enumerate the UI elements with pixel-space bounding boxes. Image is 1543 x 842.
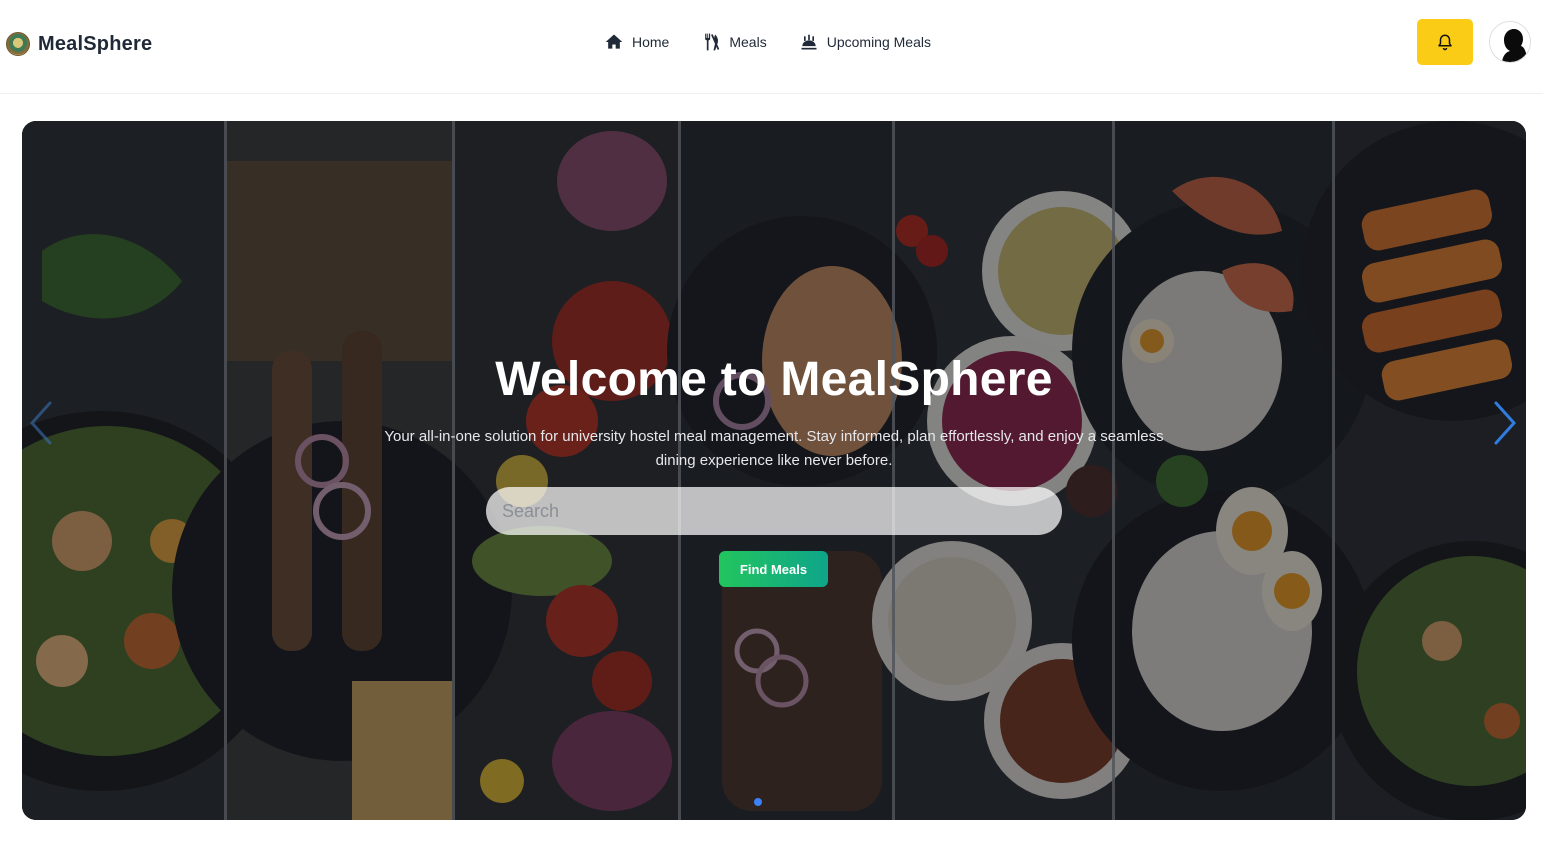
hero-title: Welcome to MealSphere	[495, 353, 1053, 406]
notifications-button[interactable]	[1417, 19, 1473, 65]
nav-item-upcoming-meals[interactable]: Upcoming Meals	[799, 32, 931, 52]
user-avatar[interactable]	[1489, 21, 1531, 63]
hero-content: Welcome to MealSphere Your all-in-one so…	[22, 121, 1526, 820]
find-meals-button[interactable]: Find Meals	[719, 551, 828, 587]
utensils-icon	[705, 33, 720, 51]
search-input[interactable]	[486, 487, 1062, 535]
nav-item-home[interactable]: Home	[604, 32, 669, 52]
serving-dish-icon	[801, 34, 817, 50]
nav-item-label: Upcoming Meals	[826, 34, 931, 50]
university-crest-icon	[6, 32, 30, 56]
navbar: MealSphere Home Meals Upcoming Meals	[0, 0, 1543, 94]
bell-icon	[1438, 34, 1452, 51]
main-nav: Home Meals Upcoming Meals	[604, 32, 931, 52]
user-silhouette-icon	[1490, 22, 1530, 62]
hero-subtitle: Your all-in-one solution for university …	[384, 428, 1164, 469]
nav-item-label: Meals	[729, 34, 767, 50]
carousel-indicator-dot[interactable]	[754, 798, 762, 806]
nav-item-label: Home	[632, 34, 670, 50]
carousel-prev-arrow-icon[interactable]	[28, 399, 56, 447]
carousel-next-arrow-icon[interactable]	[1490, 399, 1518, 447]
hero-banner: Welcome to MealSphere Your all-in-one so…	[22, 121, 1526, 820]
home-icon	[605, 34, 623, 49]
brand[interactable]: MealSphere	[6, 32, 152, 56]
nav-item-meals[interactable]: Meals	[701, 32, 767, 52]
brand-name: MealSphere	[38, 32, 153, 55]
